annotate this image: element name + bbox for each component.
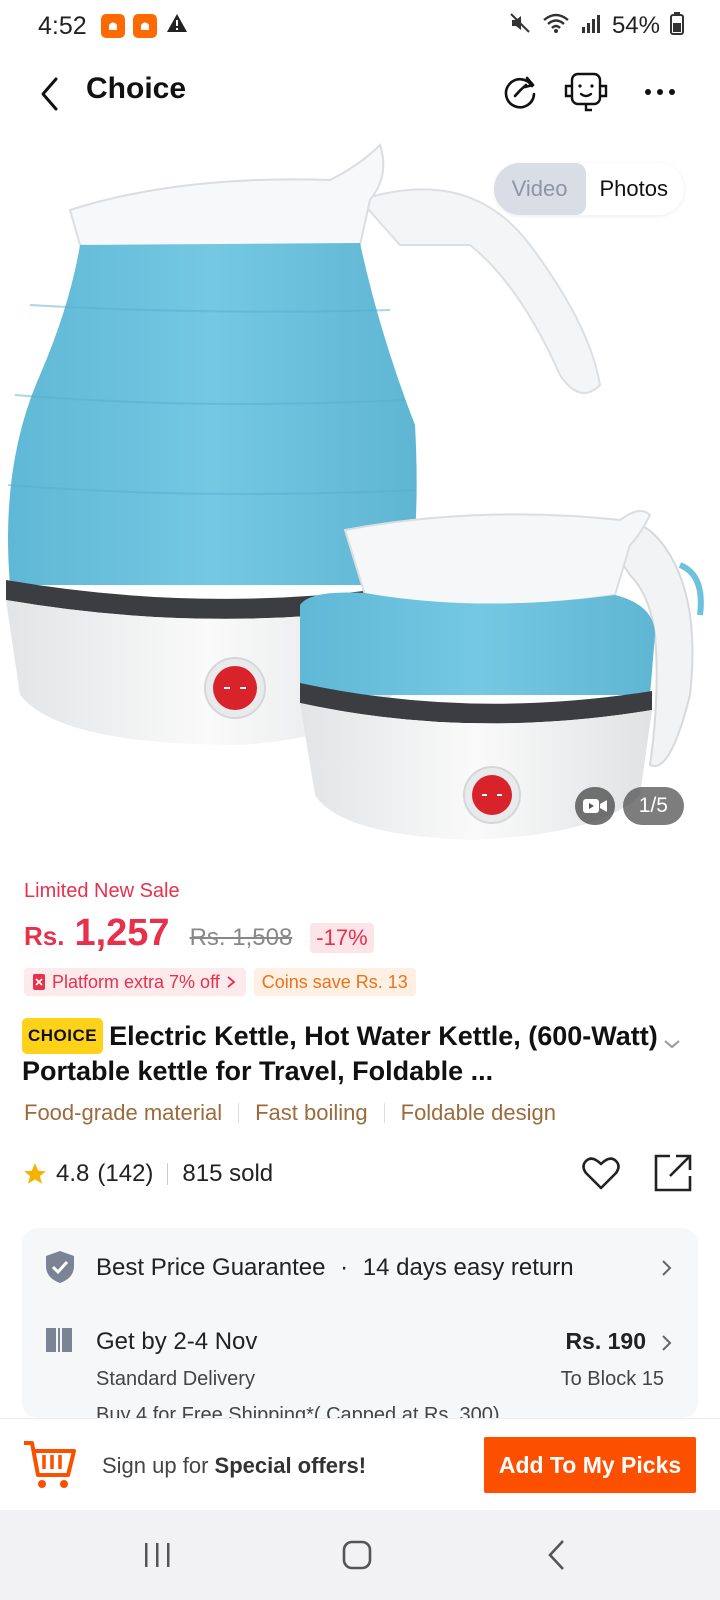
price-row: Rs. 1,257 Rs. 1,508 -17% [24,912,374,955]
customer-service-button[interactable] [562,68,610,116]
history-icon [504,76,536,109]
image-counter: 1/5 [622,787,684,825]
delivery-destination: To Block 15 [560,1368,664,1390]
chevron-right-icon [227,976,236,988]
promo-tags: Platform extra 7% off Coins save Rs. 13 [24,968,416,996]
recent-apps-button[interactable] [132,1532,182,1578]
current-price: 1,257 [74,912,170,954]
top-nav: Choice [0,58,720,128]
cart-button[interactable] [22,1437,78,1493]
product-title-text: Electric Kettle, Hot Water Kettle, (600-… [22,1021,658,1086]
coupon-icon [33,974,45,990]
video-camera-icon [582,799,607,813]
signup-highlight: Special offers! [214,1453,367,1478]
best-price-label: Best Price Guarantee [96,1254,326,1281]
media-toggle: Video Photos [493,163,685,215]
service-info-card: Best Price Guarantee · 14 days easy retu… [22,1228,698,1418]
delivery-fee[interactable]: Rs. 190 [565,1328,646,1355]
bottom-action-bar: Sign up for Special offers! Add To My Pi… [0,1418,720,1510]
rating-value: 4.8 [56,1160,90,1187]
battery-icon [670,11,684,42]
rating-row[interactable]: 4.8 (142) 815 sold [22,1160,273,1188]
cart-icon [24,1441,76,1488]
original-price: Rs. 1,508 [189,924,293,951]
product-title: CHOICE Electric Kettle, Hot Water Kettle,… [22,1018,662,1088]
chevron-right-icon [662,1335,672,1351]
video-play-button[interactable] [574,787,615,825]
video-tab[interactable]: Video [493,163,586,215]
guarantee-text: Best Price Guarantee · 14 days easy retu… [96,1254,574,1282]
more-options-button[interactable] [636,68,684,116]
signup-prompt[interactable]: Sign up for Special offers! [102,1453,366,1479]
chevron-down-icon[interactable] [660,1032,684,1056]
feature-tag: Food-grade material [24,1100,223,1125]
delivery-estimate: Get by 2-4 Nov [96,1328,258,1355]
shield-check-icon [46,1251,74,1283]
product-image [6,143,704,840]
system-back-button[interactable] [532,1532,582,1578]
heart-icon [582,1157,620,1190]
delivery-type: Standard Delivery [96,1368,255,1390]
sold-count: 815 sold [182,1160,274,1187]
platform-discount-tag[interactable]: Platform extra 7% off [24,968,246,996]
app-notification-icon [132,14,157,38]
home-button[interactable] [332,1532,382,1578]
dot-separator: · [340,1254,349,1281]
status-left: 4:52 [38,12,189,41]
coins-tag: Coins save Rs. 13 [253,968,416,996]
support-agent-icon [564,72,608,112]
status-right: 54% [508,11,684,42]
history-button[interactable] [496,68,544,116]
review-count: (142) [97,1160,154,1187]
choice-badge: CHOICE [22,1018,104,1054]
feature-tags: Food-grade material Fast boiling Foldabl… [24,1100,556,1126]
promo-label: Limited New Sale [24,880,180,902]
discount-badge: -17% [310,923,374,953]
share-button[interactable] [652,1152,694,1194]
currency: Rs. [24,921,65,951]
divider [238,1103,240,1123]
guarantee-row[interactable]: Best Price Guarantee · 14 days easy retu… [22,1248,698,1288]
divider [383,1103,385,1123]
home-icon [342,1540,372,1570]
photos-tab[interactable]: Photos [586,176,685,202]
battery-percent: 54% [611,12,660,39]
back-button[interactable] [30,72,70,116]
platform-discount-text: Platform extra 7% off [52,972,220,992]
app-notification-icon [100,14,125,38]
star-icon [24,1163,46,1184]
warning-icon [165,12,189,41]
divider [167,1163,169,1185]
gallery-controls: 1/5 [574,787,684,825]
wifi-icon [542,11,570,42]
more-dots-icon [645,89,675,95]
feature-tag: Foldable design [400,1100,556,1125]
feature-tag: Fast boiling [255,1100,368,1125]
chevron-left-icon [41,77,58,111]
system-navigation-bar [0,1510,720,1600]
share-icon [654,1154,692,1192]
status-time: 4:52 [38,11,87,40]
page-title: Choice [86,72,187,105]
mute-icon [508,11,532,42]
package-icon [46,1328,72,1352]
chevron-right-icon [662,1260,672,1276]
product-gallery[interactable]: Video Photos 1/5 [0,135,720,855]
signup-prefix: Sign up for [102,1453,215,1478]
add-to-picks-button[interactable]: Add To My Picks [484,1437,696,1493]
back-arrow-icon [548,1540,564,1570]
wishlist-button[interactable] [580,1152,622,1194]
return-policy-label: 14 days easy return [362,1254,574,1281]
signal-icon [580,12,602,41]
status-bar: 4:52 54% [0,0,720,52]
recent-apps-icon [145,1543,170,1567]
shipping-note: Buy 4 for Free Shipping*( Capped at Rs. … [96,1404,500,1418]
